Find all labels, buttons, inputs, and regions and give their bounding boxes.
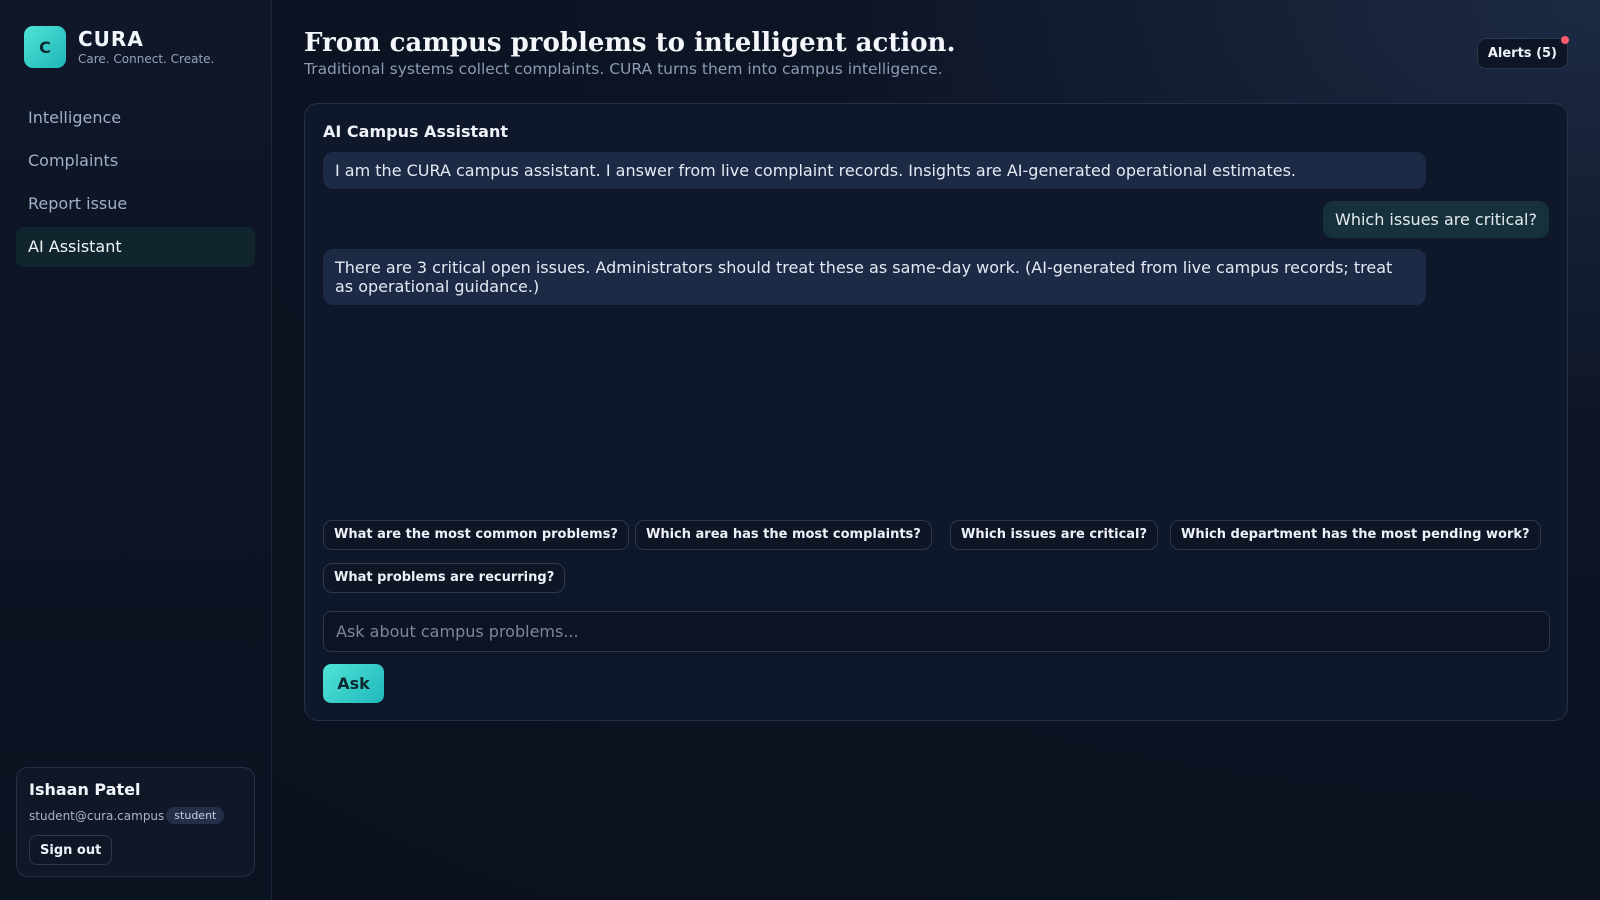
suggestion-chip[interactable]: Which department has the most pending wo… [1170, 520, 1541, 550]
user-name: Ishaan Patel [29, 780, 141, 799]
ask-button[interactable]: Ask [323, 664, 384, 703]
brand-logo-icon: C [24, 26, 66, 68]
user-message: Which issues are critical? [1323, 201, 1549, 238]
brand-tagline: Care. Connect. Create. [78, 52, 215, 66]
assistant-message: I am the CURA campus assistant. I answer… [323, 152, 1426, 189]
assistant-panel: AI Campus Assistant I am the CURA campus… [304, 103, 1568, 721]
sidebar-item-ai-assistant[interactable]: AI Assistant [16, 227, 255, 267]
page-subtitle: Traditional systems collect complaints. … [304, 60, 943, 78]
sidebar-item-complaints[interactable]: Complaints [16, 141, 255, 181]
brand: C CURA Care. Connect. Create. [24, 26, 214, 68]
brand-text: CURA Care. Connect. Create. [78, 28, 214, 66]
sidebar-nav: Intelligence Complaints Report issue AI … [16, 98, 255, 270]
alerts-label: Alerts (5) [1487, 46, 1557, 61]
user-meta: student@cura.campus student [29, 807, 242, 824]
assistant-message: There are 3 critical open issues. Admini… [323, 249, 1426, 305]
suggestion-chip[interactable]: Which issues are critical? [950, 520, 1159, 550]
role-badge: student [166, 807, 225, 824]
page-title: From campus problems to intelligent acti… [304, 28, 956, 58]
alerts-button[interactable]: Alerts (5) [1476, 36, 1569, 69]
sidebar-item-intelligence[interactable]: Intelligence [16, 98, 255, 138]
assistant-title: AI Campus Assistant [323, 122, 508, 141]
ask-input[interactable] [323, 611, 1550, 652]
user-email: student@cura.campus [29, 808, 165, 823]
sidebar-item-report-issue[interactable]: Report issue [16, 184, 255, 224]
suggestion-chip[interactable]: What problems are recurring? [323, 563, 566, 593]
brand-name: CURA [78, 27, 144, 51]
alert-indicator-icon [1561, 36, 1569, 44]
sign-out-button[interactable]: Sign out [29, 835, 113, 865]
main-content: From campus problems to intelligent acti… [304, 0, 1569, 900]
sidebar: C CURA Care. Connect. Create. Intelligen… [0, 0, 272, 900]
user-card: Ishaan Patel student@cura.campus student… [16, 767, 255, 877]
suggestion-chip[interactable]: What are the most common problems? [323, 520, 629, 550]
suggestion-chip[interactable]: Which area has the most complaints? [635, 520, 932, 550]
